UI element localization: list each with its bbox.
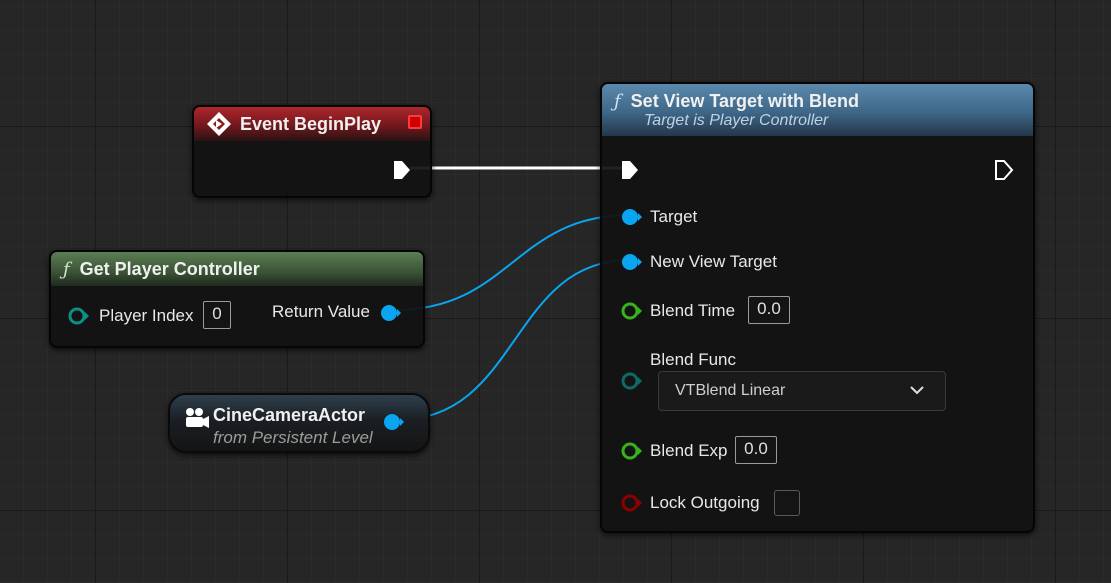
new-view-target-label: New View Target [650,252,777,271]
return-value-pin-icon[interactable] [379,303,403,328]
blend-time-label: Blend Time [650,301,736,320]
exec-in-pin-icon[interactable] [620,159,640,186]
blend-func-value: VTBlend Linear [675,382,786,399]
get-player-controller-node[interactable]: ƒ Get Player Controller Player Index 0 R… [49,250,425,348]
set-view-target-subtitle: Target is Player Controller [644,111,829,129]
event-begin-play-title: Event BeginPlay [240,113,382,134]
blend-func-label: Blend Func [650,350,736,369]
blend-exp-label: Blend Exp [650,441,728,460]
blend-time-input[interactable]: 0.0 [748,296,790,324]
delegate-pin-icon[interactable] [408,115,422,129]
lock-outgoing-label: Lock Outgoing [650,493,760,512]
event-icon [206,111,232,137]
function-icon: ƒ [63,258,70,280]
player-index-input[interactable]: 0 [203,301,231,329]
object-wire-camera-to-new-view-target [396,259,631,421]
blend-exp-input[interactable]: 0.0 [735,436,777,464]
object-wire-player-controller-to-target [394,214,631,311]
set-view-target-title: Set View Target with Blend [630,90,860,111]
cine-camera-actor-title: CineCameraActor [213,405,366,425]
cine-camera-actor-subtitle: from Persistent Level [213,428,373,447]
event-begin-play-node[interactable]: Event BeginPlay [192,105,432,198]
player-index-pin-icon[interactable] [67,306,91,331]
exec-out-pin-icon[interactable] [994,159,1014,186]
exec-out-pin-icon[interactable] [392,159,412,186]
get-player-controller-header[interactable]: ƒ Get Player Controller [51,252,423,286]
chevron-down-icon [909,372,925,425]
event-begin-play-header[interactable]: Event BeginPlay [194,107,430,141]
target-pin-icon[interactable] [620,207,644,232]
lock-outgoing-checkbox[interactable] [774,490,800,516]
blend-time-pin-icon[interactable] [620,301,644,326]
target-label: Target [650,207,698,226]
blend-func-pin-icon[interactable] [620,371,644,396]
camera-actor-icon [184,407,210,434]
return-value-label: Return Value [272,302,370,321]
lock-outgoing-pin-icon[interactable] [620,493,644,518]
camera-actor-out-pin-icon[interactable] [382,412,406,437]
get-player-controller-title: Get Player Controller [79,258,260,279]
set-view-target-node[interactable]: ƒ Set View Target with Blend Target is P… [600,82,1035,533]
set-view-target-header[interactable]: ƒ Set View Target with Blend Target is P… [602,84,1033,136]
new-view-target-pin-icon[interactable] [620,252,644,277]
blend-func-dropdown[interactable]: VTBlend Linear [658,371,946,411]
blend-exp-pin-icon[interactable] [620,441,644,466]
function-icon: ƒ [614,90,621,112]
cine-camera-actor-node[interactable]: CineCameraActor from Persistent Level [168,393,430,453]
player-index-label: Player Index [99,306,194,325]
